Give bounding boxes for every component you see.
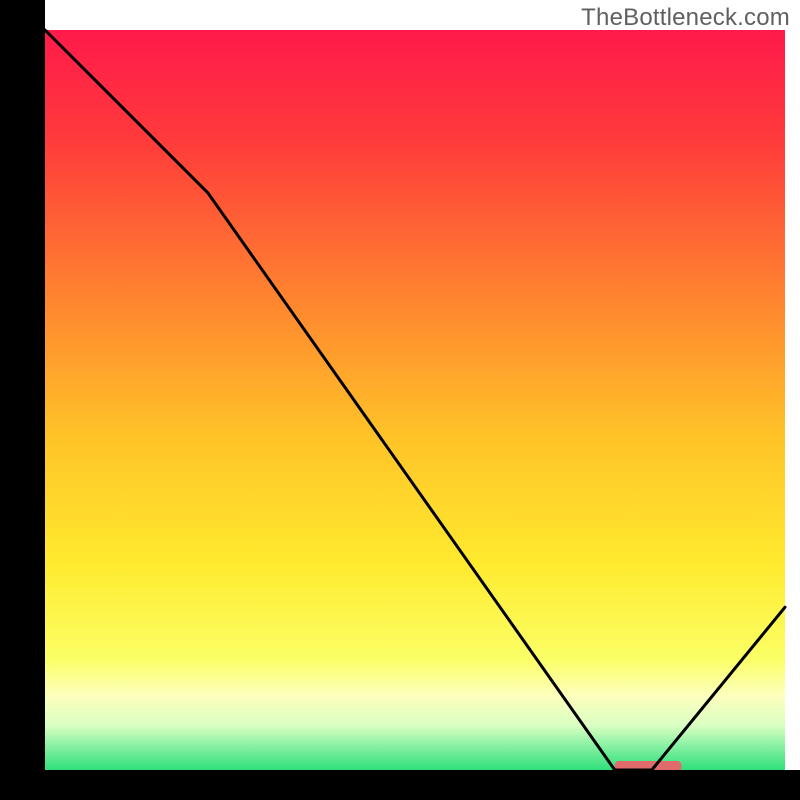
chart-svg — [0, 0, 800, 800]
axis-left — [0, 0, 45, 800]
chart-container: TheBottleneck.com — [0, 0, 800, 800]
axis-bottom — [0, 770, 800, 800]
